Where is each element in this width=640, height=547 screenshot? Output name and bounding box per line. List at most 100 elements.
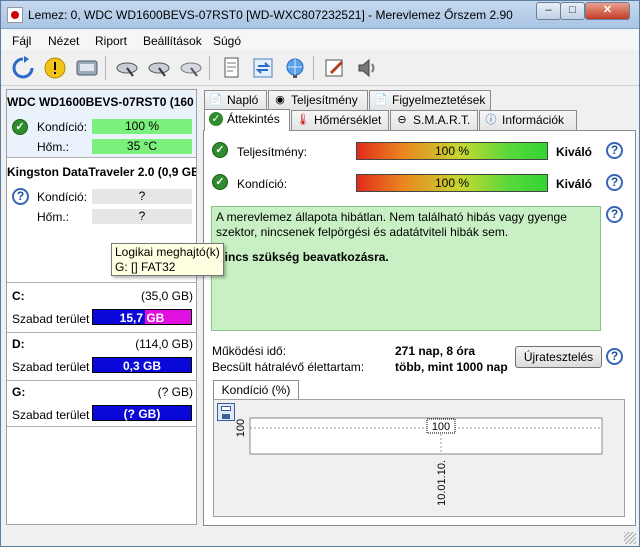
menu-report[interactable]: Riport bbox=[95, 34, 127, 48]
divider bbox=[7, 332, 196, 333]
maximize-button[interactable]: □ bbox=[560, 2, 585, 20]
tab-label: Információk bbox=[502, 113, 565, 127]
free-space-bar: 15,7 GB bbox=[92, 309, 192, 325]
chart-canvas: 100 100 10.01.10. bbox=[235, 417, 603, 506]
alert-doc-icon: 📄 bbox=[374, 94, 388, 106]
drive-size: (? GB) bbox=[157, 385, 193, 399]
free-space-value: 0,3 GB bbox=[122, 359, 161, 373]
kondicio-label: Kondíció: bbox=[37, 190, 88, 204]
kondicio-chart: 100 100 10.01.10. bbox=[213, 399, 625, 517]
window-title: Lemez: 0, WDC WD1600BEVS-07RST0 [WD-WXC8… bbox=[28, 8, 513, 22]
tooltip-line: Logikai meghajtó(k) bbox=[115, 245, 220, 259]
tab-figyelmeztetesek[interactable]: 📄 Figyelmeztetések bbox=[369, 90, 491, 110]
minimize-button[interactable]: – bbox=[536, 2, 561, 20]
tab-label: Figyelmeztetések bbox=[392, 93, 486, 107]
menu-file[interactable]: Fájl bbox=[12, 34, 31, 48]
retest-button[interactable]: Újratesztelés bbox=[515, 346, 602, 368]
save-icon[interactable] bbox=[177, 54, 205, 82]
free-space-bar: 0,3 GB bbox=[92, 357, 192, 373]
warning-icon[interactable] bbox=[41, 54, 69, 82]
free-space-value: (? GB) bbox=[123, 407, 161, 421]
teljesitmeny-rating: Kiváló bbox=[556, 145, 593, 159]
x-tick-label: 10.01.10. bbox=[436, 460, 448, 506]
kondicio-label: Kondíció: bbox=[37, 120, 88, 134]
status-bar bbox=[1, 528, 639, 546]
hom-row: Hőm.: 35 °C bbox=[7, 138, 196, 156]
drive-name: C: bbox=[12, 289, 25, 303]
drive-size: (35,0 GB) bbox=[140, 289, 193, 303]
edit-icon[interactable] bbox=[321, 54, 349, 82]
free-space-label: Szabad terület bbox=[12, 312, 90, 326]
app-icon bbox=[7, 7, 23, 23]
close-button[interactable]: ✕ bbox=[585, 2, 630, 20]
disk-card[interactable]: Kingston DataTraveler 2.0 (0,9 GB) ? Kon… bbox=[7, 160, 196, 224]
transfer-icon[interactable] bbox=[249, 54, 277, 82]
tab-teljesitmeny[interactable]: ◉ Teljesítmény bbox=[268, 90, 368, 110]
refresh-icon[interactable] bbox=[9, 54, 37, 82]
network-icon[interactable] bbox=[281, 54, 309, 82]
toolbar-separator bbox=[105, 56, 106, 80]
free-space-value: 15,7 GB bbox=[119, 311, 165, 325]
disk-list-panel: WDC WD1600BEVS-07RST0 (160 ✓ Kondíció: 1… bbox=[6, 89, 197, 525]
divider bbox=[7, 380, 196, 381]
tooltip-line: G: [] FAT32 bbox=[115, 260, 176, 274]
kondicio-meter: 100 % bbox=[356, 174, 548, 192]
help-icon[interactable]: ? bbox=[606, 174, 623, 191]
tab-label: Áttekintés bbox=[227, 112, 280, 126]
tab-homerseklet[interactable]: 🌡 Hőmérséklet bbox=[291, 110, 389, 130]
menu-bar: Fájl Nézet Riport Beállítások Súgó bbox=[1, 30, 639, 50]
app-window: Lemez: 0, WDC WD1600BEVS-07RST0 [WD-WXC8… bbox=[0, 0, 640, 547]
divider bbox=[7, 426, 196, 427]
report-icon[interactable] bbox=[217, 54, 245, 82]
kondicio-row: ? Kondíció: ? bbox=[7, 188, 196, 206]
tab-label: Teljesítmény bbox=[291, 93, 358, 107]
free-space-label: Szabad terület bbox=[12, 360, 90, 374]
free-space-label: Szabad terület bbox=[12, 408, 90, 422]
drive-d[interactable]: D: (114,0 GB) Szabad terület 0,3 GB bbox=[7, 334, 196, 379]
resize-grip[interactable] bbox=[624, 532, 636, 544]
info-icon: ⓘ bbox=[485, 114, 497, 126]
uptime-value: 271 nap, 8 óra bbox=[395, 344, 476, 358]
tooltip: Logikai meghajtó(k) G: [] FAT32 bbox=[111, 243, 224, 276]
save-icon[interactable] bbox=[113, 54, 141, 82]
kondicio-row: ✓ Kondíció: 100 % bbox=[7, 118, 196, 136]
hom-row: Hőm.: ? bbox=[7, 208, 196, 226]
kondicio-rating: Kiváló bbox=[556, 177, 593, 191]
divider bbox=[7, 282, 196, 283]
hom-value: 35 °C bbox=[92, 139, 192, 154]
disk-icon[interactable] bbox=[73, 54, 101, 82]
tab-label: Napló bbox=[227, 93, 259, 107]
tab-kondicio-chart[interactable]: Kondíció (%) bbox=[213, 380, 299, 400]
help-icon[interactable]: ? bbox=[606, 348, 623, 365]
drive-c[interactable]: C: (35,0 GB) Szabad terület 15,7 GB bbox=[7, 286, 196, 331]
menu-help[interactable]: Súgó bbox=[213, 34, 241, 48]
title-bar[interactable]: Lemez: 0, WDC WD1600BEVS-07RST0 [WD-WXC8… bbox=[1, 1, 639, 29]
data-label: 100 bbox=[432, 421, 450, 433]
check-icon: ✓ bbox=[12, 119, 28, 135]
teljesitmeny-label: Teljesítmény: bbox=[237, 145, 308, 159]
disk-card[interactable]: WDC WD1600BEVS-07RST0 (160 ✓ Kondíció: 1… bbox=[7, 90, 196, 158]
tab-smart[interactable]: ⊖ S.M.A.R.T. bbox=[390, 110, 478, 130]
sound-icon[interactable] bbox=[353, 54, 381, 82]
hom-label: Hőm.: bbox=[37, 210, 70, 224]
drive-g[interactable]: G: (? GB) Szabad terület (? GB) bbox=[7, 382, 196, 427]
kondicio-value: 100 % bbox=[434, 176, 470, 190]
hom-value: ? bbox=[92, 209, 192, 224]
help-icon[interactable]: ? bbox=[606, 206, 623, 223]
menu-settings[interactable]: Beállítások bbox=[143, 34, 202, 48]
save-icon[interactable] bbox=[145, 54, 173, 82]
menu-view[interactable]: Nézet bbox=[48, 34, 79, 48]
toolbar-separator bbox=[209, 56, 210, 80]
life-label: Becsült hátralévő élettartam: bbox=[212, 360, 365, 374]
action-message: Nincs szükség beavatkozásra. bbox=[216, 250, 389, 264]
hom-label: Hőm.: bbox=[37, 140, 70, 154]
tab-naplo[interactable]: 📄 Napló bbox=[204, 90, 267, 110]
kondicio-value: 100 % bbox=[92, 119, 192, 134]
tab-informaciok[interactable]: ⓘ Információk bbox=[479, 110, 577, 130]
tab-label: S.M.A.R.T. bbox=[413, 113, 471, 127]
y-tick-label: 100 bbox=[235, 419, 247, 437]
thermometer-icon: 🌡 bbox=[296, 114, 310, 126]
drive-name: G: bbox=[12, 385, 26, 399]
help-icon[interactable]: ? bbox=[606, 142, 623, 159]
tab-attekintes[interactable]: ✓ Áttekintés bbox=[204, 109, 290, 131]
